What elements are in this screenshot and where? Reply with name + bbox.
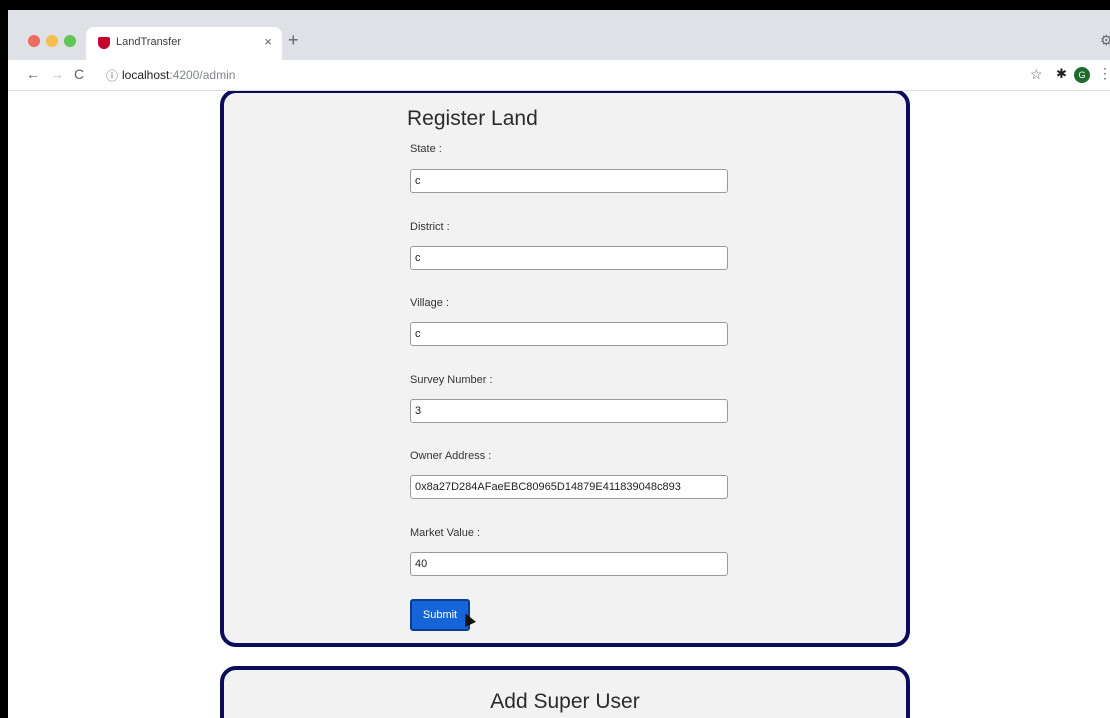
survey-number-label: Survey Number : — [410, 374, 493, 386]
browser-tab[interactable]: LandTransfer × — [86, 27, 282, 60]
url-host: localhost — [122, 68, 170, 82]
district-label: District : — [410, 221, 450, 233]
state-input[interactable] — [410, 169, 728, 193]
forward-arrow-icon[interactable]: → — [50, 66, 64, 82]
village-input[interactable] — [410, 322, 728, 346]
info-icon[interactable]: ⓘ — [106, 67, 118, 84]
close-window-button[interactable] — [28, 35, 40, 47]
angular-favicon-icon — [98, 37, 110, 49]
back-arrow-icon[interactable]: ← — [26, 66, 40, 82]
profile-avatar[interactable]: G — [1074, 67, 1090, 83]
kebab-menu-icon[interactable]: ⋮ — [1098, 65, 1110, 82]
tab-strip: LandTransfer × + ⚙ — [8, 10, 1110, 60]
star-icon[interactable]: ☆ — [1030, 66, 1043, 83]
market-value-label: Market Value : — [410, 527, 481, 539]
state-label: State : — [410, 143, 442, 155]
maximize-window-button[interactable] — [64, 35, 76, 47]
url-path: :4200/admin — [169, 68, 236, 82]
register-land-card: Register Land State : District : Village… — [220, 91, 910, 647]
add-super-user-card: Add Super User — [220, 666, 910, 718]
survey-number-input[interactable] — [410, 399, 728, 423]
browser-toolbar: ← → C ⓘ localhost:4200/admin ☆ ✱ G ⋮ — [8, 60, 1110, 91]
url-text[interactable]: localhost:4200/admin — [122, 68, 235, 82]
address-bar[interactable]: ⓘ localhost:4200/admin — [98, 63, 1018, 87]
tab-title: LandTransfer — [116, 36, 182, 48]
reload-icon[interactable]: C — [74, 66, 84, 82]
add-super-user-title: Add Super User — [490, 690, 640, 713]
puzzle-icon[interactable]: ✱ — [1056, 66, 1067, 82]
minimize-window-button[interactable] — [46, 35, 58, 47]
new-tab-button[interactable]: + — [288, 30, 299, 51]
page-viewport: Register Land State : District : Village… — [8, 91, 1110, 718]
village-label: Village : — [410, 297, 449, 309]
tab-search-icon[interactable]: ⚙ — [1100, 32, 1110, 49]
register-land-title: Register Land — [407, 107, 538, 130]
owner-address-label: Owner Address : — [410, 450, 492, 462]
market-value-input[interactable] — [410, 552, 728, 576]
browser-window: LandTransfer × + ⚙ ← → C ⓘ localhost:420… — [8, 10, 1110, 718]
tab-close-icon[interactable]: × — [264, 34, 272, 49]
owner-address-input[interactable] — [410, 475, 728, 499]
district-input[interactable] — [410, 246, 728, 270]
